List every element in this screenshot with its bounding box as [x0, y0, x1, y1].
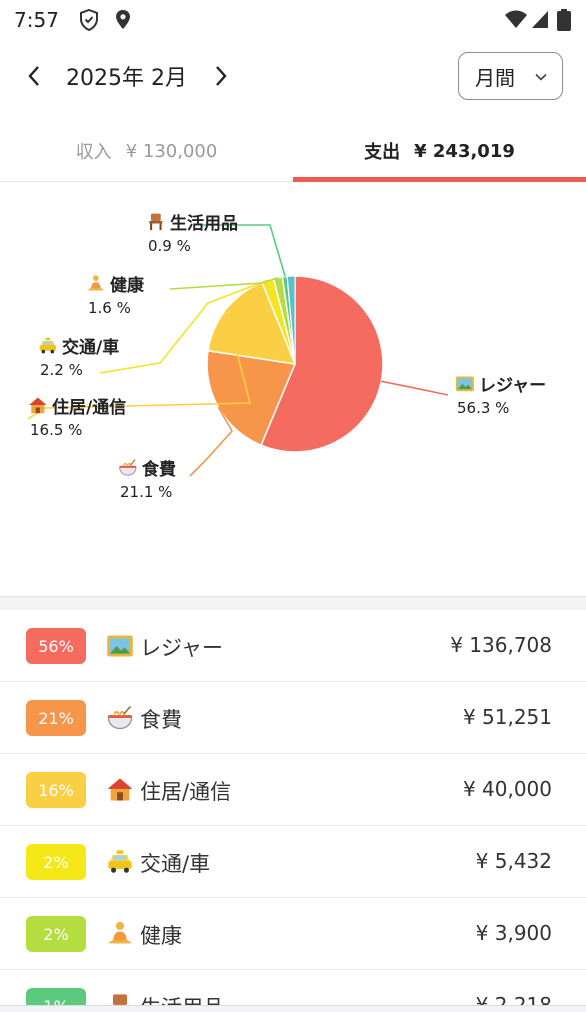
tab-expense-amount: ¥ 243,019 [414, 140, 515, 162]
section-divider [0, 596, 586, 610]
app-header: 2025年 2月 月間 [0, 48, 586, 104]
pie-label-name: 交通/車 [62, 337, 119, 358]
category-name: 生活用品 [140, 992, 224, 1005]
pie-label-percent: 21.1 % [120, 483, 172, 501]
tab-income-label: 収入 [75, 142, 112, 163]
battery-icon [557, 9, 571, 31]
pie-label-percent: 0.9 % [148, 237, 191, 255]
previous-month-button[interactable] [20, 56, 50, 96]
person-icon [108, 921, 132, 944]
tab-expense-label: 支出 [364, 142, 401, 163]
house-icon [29, 397, 47, 414]
category-amount: ¥ 2,218 [475, 993, 552, 1005]
category-row[interactable]: 1% 生活用品 ¥ 2,218 [0, 970, 586, 1005]
percent-badge: 1% [26, 988, 86, 1005]
pie-chart-svg: レジャー 56.3 % 食費 21.1 % 住居/通信 16.5 % 交通/車 2.2 % 健康… [27, 213, 546, 501]
category-amount: ¥ 40,000 [462, 777, 552, 801]
tab-income-amount: ¥ 130,000 [125, 140, 218, 162]
category-list: 56% レジャー ¥ 136,708 21% 食費 ¥ 51,251 16% 住居/通信 ¥ 4… [0, 610, 586, 1005]
pie-label-percent: 1.6 % [88, 299, 131, 317]
category-row[interactable]: 21% 食費 ¥ 51,251 [0, 682, 586, 754]
pie-label-name: 食費 [142, 459, 176, 480]
percent-badge: 2% [26, 916, 86, 952]
percent-badge: 16% [26, 772, 86, 808]
pie-label-percent: 56.3 % [457, 399, 509, 417]
category-amount: ¥ 5,432 [475, 849, 552, 873]
taxi-icon [39, 337, 57, 354]
category-row[interactable]: 2% 健康 ¥ 3,900 [0, 898, 586, 970]
category-row[interactable]: 56% レジャー ¥ 136,708 [0, 610, 586, 682]
category-name: 住居/通信 [140, 780, 232, 804]
tab-expense[interactable]: 支出 ¥ 243,019 [293, 120, 586, 182]
wifi-icon [505, 10, 527, 28]
category-name: 交通/車 [140, 852, 211, 876]
month-title: 2025年 2月 [66, 66, 187, 91]
chair-icon [149, 213, 163, 231]
pie-label-name: レジャー [479, 376, 546, 396]
pie-label-percent: 2.2 % [40, 361, 83, 379]
expense-pie-chart: レジャー 56.3 % 食費 21.1 % 住居/通信 16.5 % 交通/車 2.2 % 健康… [0, 183, 586, 595]
period-label: 月間 [475, 65, 515, 90]
person-icon [87, 275, 105, 291]
shield-icon [80, 8, 98, 32]
taxi-icon [108, 850, 132, 873]
picture-icon [107, 635, 133, 657]
pie-label-name: 生活用品 [170, 213, 238, 234]
pie-label-percent: 16.5 % [30, 421, 82, 439]
percent-badge: 56% [26, 628, 86, 664]
type-tabs: 収入 ¥ 130,000 支出 ¥ 243,019 [0, 120, 586, 182]
category-name: レジャー [140, 636, 223, 660]
chair-icon [110, 994, 130, 1005]
ramen-icon [119, 459, 137, 476]
percent-badge: 2% [26, 844, 86, 880]
category-row[interactable]: 2% 交通/車 ¥ 5,432 [0, 826, 586, 898]
category-amount: ¥ 136,708 [450, 633, 552, 657]
period-select[interactable]: 月間 [458, 52, 563, 100]
category-name: 健康 [140, 924, 182, 948]
pie-label-name: 住居/通信 [52, 397, 126, 418]
location-icon [116, 10, 130, 29]
next-month-button[interactable] [206, 56, 236, 96]
chevron-right-icon [216, 66, 227, 86]
status-bar: 7:57 [0, 0, 586, 40]
category-amount: ¥ 51,251 [462, 705, 552, 729]
category-amount: ¥ 3,900 [475, 921, 552, 945]
category-name: 食費 [140, 708, 182, 732]
chevron-left-icon [28, 66, 39, 86]
picture-icon [455, 376, 474, 392]
tab-active-indicator [293, 177, 586, 182]
pie-leader-line [381, 380, 449, 396]
house-icon [107, 778, 133, 801]
pie-label-name: 健康 [110, 275, 145, 296]
tab-income[interactable]: 収入 ¥ 130,000 [0, 120, 293, 182]
signal-icon [532, 11, 548, 28]
chevron-down-icon [535, 73, 547, 81]
percent-badge: 21% [26, 700, 86, 736]
status-time: 7:57 [14, 8, 59, 32]
bottom-edge [0, 1005, 586, 1012]
ramen-icon [107, 705, 133, 730]
category-row[interactable]: 16% 住居/通信 ¥ 40,000 [0, 754, 586, 826]
